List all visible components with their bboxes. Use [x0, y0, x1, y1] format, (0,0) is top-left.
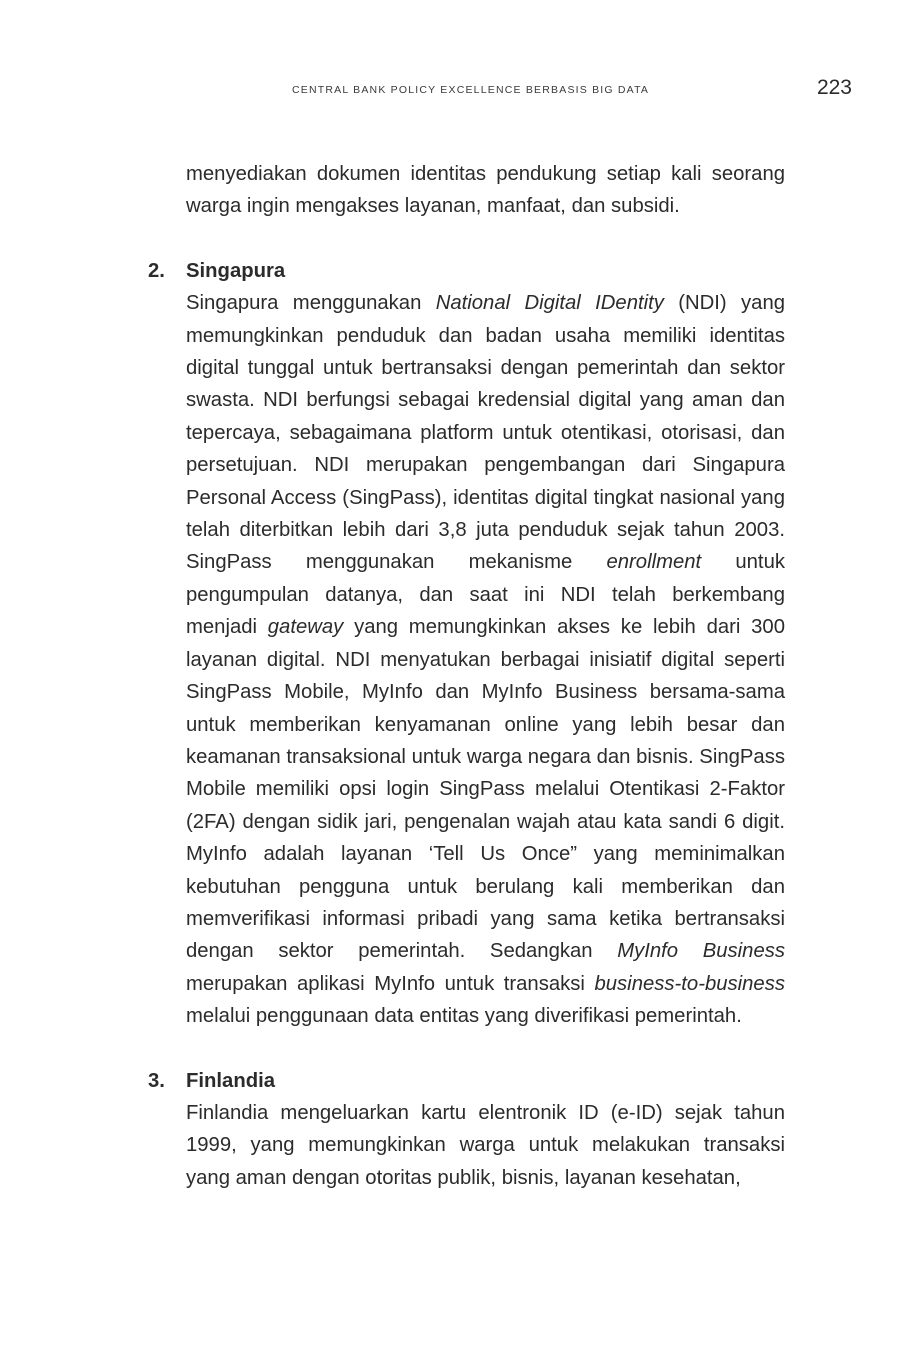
running-header: CENTRAL BANK POLICY EXCELLENCE BERBASIS …	[292, 84, 650, 96]
page-number: 223	[816, 76, 852, 99]
section-number: 2.	[148, 259, 165, 282]
page-body: menyediakan dokumen identitas pendukung …	[148, 158, 785, 1195]
italic-term: MyInfo Business	[617, 940, 786, 963]
text-run: merupakan aplikasi MyInfo untuk transaks…	[186, 972, 595, 995]
italic-term: enrollment	[606, 551, 702, 574]
text-run: (NDI) yang memungkinkan penduduk dan bad…	[186, 292, 785, 574]
section-title: Singapura	[186, 259, 286, 282]
section-paragraph: Finlandia mengeluarkan kartu elentronik …	[186, 1101, 785, 1189]
text-run: Singapura menggunakan	[186, 292, 436, 315]
section-number: 3.	[148, 1069, 165, 1092]
italic-term: gateway	[267, 616, 344, 639]
section-singapura: 2. Singapura Singapura menggunakan Natio…	[148, 255, 785, 1033]
italic-term: business-to-business	[594, 972, 785, 995]
intro-paragraph: menyediakan dokumen identitas pendukung …	[186, 163, 785, 218]
italic-term: National Digital IDentity	[435, 292, 664, 315]
section-title: Finlandia	[186, 1069, 276, 1092]
section-finlandia: 3. Finlandia Finlandia mengeluarkan kart…	[148, 1065, 785, 1195]
text-run: melalui penggunaan data entitas yang div…	[186, 1005, 742, 1028]
section-paragraph: Singapura menggunakan National Digital I…	[186, 287, 785, 1032]
text-run: yang memungkinkan akses ke lebih dari 30…	[186, 616, 785, 963]
